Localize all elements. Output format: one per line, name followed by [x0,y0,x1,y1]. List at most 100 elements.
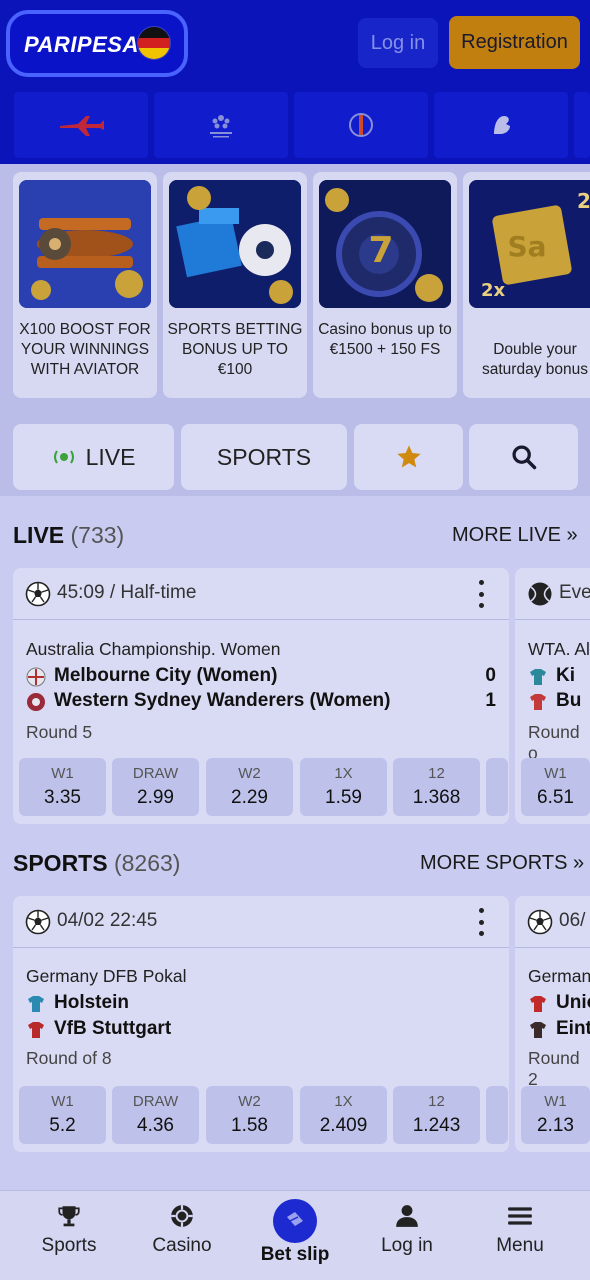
nav-casino-label: Casino [152,1235,212,1256]
svg-text:7: 7 [368,230,393,271]
promo-card-sports-bonus[interactable]: SPORTS BETTING BONUS UP TO €100 [163,172,307,398]
odd-label: 1X [334,765,353,782]
filter-tabs: LIVE SPORTS [0,416,590,496]
promo-text: Casino bonus up to €1500 + 150 FS [318,321,452,358]
match-time: 45:09 / Half-time [57,582,197,603]
card-header: 45:09 / Half-time [13,568,509,620]
svg-text:Sa: Sa [507,230,546,263]
tab-live[interactable]: LIVE [13,424,174,490]
odd-label: 1X [334,1093,353,1110]
bet-slip-icon[interactable] [273,1199,317,1243]
aviator-icon[interactable] [14,92,148,158]
odd-value: 3.35 [44,787,81,808]
germany-flag-icon[interactable] [137,26,171,60]
europa-league-icon[interactable] [294,92,428,158]
odd-value: 2.99 [137,787,174,808]
trophy-icon [58,1206,80,1227]
odd-button[interactable]: W1 2.13 [521,1086,590,1144]
more-options-icon[interactable] [479,908,485,936]
team-row: VfB Stuttgart [26,1018,496,1042]
sports-section-title: SPORTS (8263) [13,850,180,877]
card-header: 04/02 22:45 [13,896,509,948]
more-options-icon[interactable] [479,580,485,608]
nav-login[interactable]: Log in [352,1203,462,1257]
casino-chip-icon [171,1205,193,1227]
champions-league-icon[interactable] [154,92,288,158]
tournament-strip [0,86,590,164]
live-section-title: LIVE (733) [13,522,124,549]
team-away-name: Western Sydney Wanderers (Women) [54,690,391,711]
team-row: Holstein [26,992,496,1016]
live-match-card-next[interactable]: Eve WTA. Al Ki Bu Round o W1 6.51 [515,568,590,824]
team-home-name: Ki [556,665,575,686]
live-title: LIVE [13,522,65,548]
tab-favorites[interactable] [354,424,463,490]
odd-label: W2 [238,765,261,782]
match-time: 06/ [559,910,586,931]
sports-match-card[interactable]: 04/02 22:45 Germany DFB Pokal Holstein V… [13,896,509,1152]
team-shirt-icon [530,694,546,710]
team-home-name: Melbourne City (Women) [54,665,278,686]
more-tournaments-tile[interactable] [574,92,590,158]
promo-text: SPORTS BETTING BONUS UP TO €100 [167,321,303,378]
nav-sports[interactable]: Sports [14,1203,124,1257]
promo-card-aviator[interactable]: X100 BOOST FOR YOUR WINNINGS WITH AVIATO… [13,172,157,398]
aviator-plane-icon [19,180,151,308]
odd-label: W1 [544,1093,567,1110]
paripesa-logo[interactable]: PARIPESA [6,10,188,77]
odd-button[interactable]: 12 1.368 [393,758,480,816]
sports-title: SPORTS [13,850,108,876]
registration-button[interactable]: Registration [449,16,580,69]
premier-league-icon[interactable] [434,92,568,158]
team-shirt-icon [530,996,546,1012]
league-name: Germany DFB Pokal [26,966,187,986]
more-sports-link[interactable]: MORE SPORTS » [420,852,584,875]
tab-sports[interactable]: SPORTS [181,424,347,490]
odd-value: 6.51 [537,787,574,808]
odd-button-partial[interactable] [486,1086,508,1144]
odd-button[interactable]: W2 2.29 [206,758,293,816]
team-row: Melbourne City (Women) 0 [26,665,496,689]
promo-card-casino-bonus[interactable]: 7 Casino bonus up to €1500 + 150 FS [313,172,457,398]
team-away-score: 1 [485,690,496,711]
promo-card-saturday[interactable]: Sa 2x 2x Double your saturday bonus [463,172,590,398]
live-match-card[interactable]: 45:09 / Half-time Australia Championship… [13,568,509,824]
odd-label: DRAW [132,765,179,782]
odd-button[interactable]: W2 1.58 [206,1086,293,1144]
odd-button[interactable]: 1X 1.59 [300,758,387,816]
nav-casino[interactable]: Casino [127,1203,237,1257]
promo-text: Double your saturday bonus [482,341,588,378]
odd-label: W1 [51,1093,74,1110]
odd-button[interactable]: W1 5.2 [19,1086,106,1144]
odd-button[interactable]: DRAW 4.36 [112,1086,199,1144]
login-button[interactable]: Log in [358,18,438,68]
team-home-score: 0 [485,665,496,686]
nav-menu[interactable]: Menu [465,1203,575,1257]
top-header: PARIPESA Log in Registration [0,0,590,86]
round-label: Round 2 [528,1048,580,1089]
search-button[interactable] [469,424,578,490]
nav-betslip-label[interactable]: Bet slip [240,1244,350,1266]
odd-value: 1.59 [325,787,362,808]
more-live-label: MORE LIVE [452,524,561,546]
odd-value: 2.409 [319,1115,368,1136]
live-count: (733) [70,522,125,548]
team-row: Unio [528,992,590,1016]
double-chevron-right-icon: » [573,852,585,874]
match-time: Eve [559,582,590,603]
nav-sports-label: Sports [41,1235,97,1256]
odd-button[interactable]: 1X 2.409 [300,1086,387,1144]
odd-button[interactable]: 12 1.243 [393,1086,480,1144]
card-header: 06/ [515,896,590,948]
odd-button-partial[interactable] [486,758,508,816]
team-away-name: VfB Stuttgart [54,1018,172,1039]
odd-button[interactable]: W1 6.51 [521,758,590,816]
odd-button[interactable]: DRAW 2.99 [112,758,199,816]
league-name: Australia Championship. Women [26,639,281,659]
odd-button[interactable]: W1 3.35 [19,758,106,816]
saturday-calendar-icon: Sa 2x 2x [469,180,590,308]
sports-match-card-next[interactable]: 06/ German Unio Eint Round 2 W1 2.13 [515,896,590,1152]
search-icon [511,445,536,470]
sports-bonus-icon [169,180,301,308]
more-live-link[interactable]: MORE LIVE » [452,524,578,547]
